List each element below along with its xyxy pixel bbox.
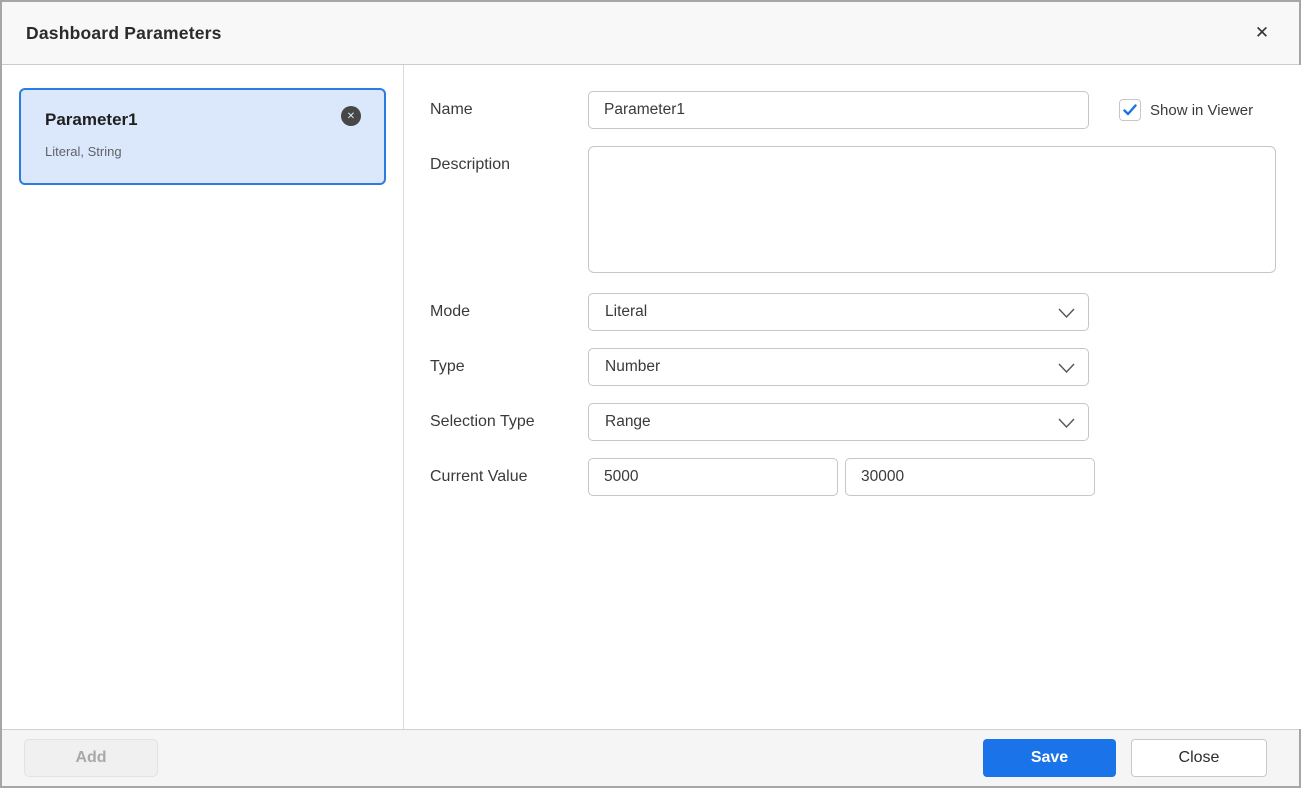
mode-label: Mode <box>430 303 471 320</box>
save-button[interactable]: Save <box>983 739 1116 777</box>
chevron-down-icon <box>1058 415 1075 431</box>
show-in-viewer-checkbox[interactable] <box>1119 99 1141 121</box>
parameter-list-item[interactable]: Parameter1 Literal, String ✕ <box>19 88 386 185</box>
chevron-down-icon <box>1058 360 1075 376</box>
show-in-viewer-group[interactable]: Show in Viewer <box>1119 99 1253 121</box>
chevron-down-icon <box>1058 305 1075 321</box>
dialog-footer: Add Save Close <box>2 729 1299 786</box>
name-row: Name Show in Viewer <box>430 91 1276 129</box>
name-input[interactable] <box>588 91 1089 129</box>
parameter-list-panel: Parameter1 Literal, String ✕ <box>2 65 404 729</box>
remove-parameter-icon[interactable]: ✕ <box>341 106 361 126</box>
dialog-header: Dashboard Parameters ✕ <box>2 2 1299 65</box>
selection-type-select[interactable]: Range <box>588 403 1089 441</box>
parameter-form-panel: Name Show in Viewer Description <box>404 65 1301 729</box>
selection-type-label: Selection Type <box>430 413 535 430</box>
mode-row: Mode Literal <box>430 293 1276 331</box>
close-button[interactable]: Close <box>1131 739 1267 777</box>
parameter-name: Parameter1 <box>45 110 138 129</box>
selection-type-row: Selection Type Range <box>430 403 1276 441</box>
add-button[interactable]: Add <box>24 739 158 777</box>
type-row: Type Number <box>430 348 1276 386</box>
description-textarea[interactable] <box>588 146 1276 273</box>
selection-type-selected-value: Range <box>605 413 651 430</box>
mode-selected-value: Literal <box>605 303 648 320</box>
dialog-body: Parameter1 Literal, String ✕ Name Show i… <box>2 65 1301 729</box>
current-value-max-input[interactable] <box>845 458 1095 496</box>
current-value-min-input[interactable] <box>588 458 838 496</box>
type-selected-value: Number <box>605 358 661 375</box>
dialog-title: Dashboard Parameters <box>26 22 222 43</box>
description-label: Description <box>430 156 511 173</box>
parameter-subtitle: Literal, String <box>45 144 122 159</box>
mode-select[interactable]: Literal <box>588 293 1089 331</box>
show-in-viewer-label: Show in Viewer <box>1150 101 1254 119</box>
check-icon <box>1123 104 1137 116</box>
type-select[interactable]: Number <box>588 348 1089 386</box>
current-value-label: Current Value <box>430 468 528 485</box>
description-row: Description <box>430 146 1276 273</box>
current-value-row: Current Value <box>430 458 1276 496</box>
name-label: Name <box>430 101 473 118</box>
type-label: Type <box>430 358 465 375</box>
close-icon[interactable]: ✕ <box>1249 20 1275 46</box>
dashboard-parameters-dialog: Dashboard Parameters ✕ Parameter1 Litera… <box>0 0 1301 788</box>
